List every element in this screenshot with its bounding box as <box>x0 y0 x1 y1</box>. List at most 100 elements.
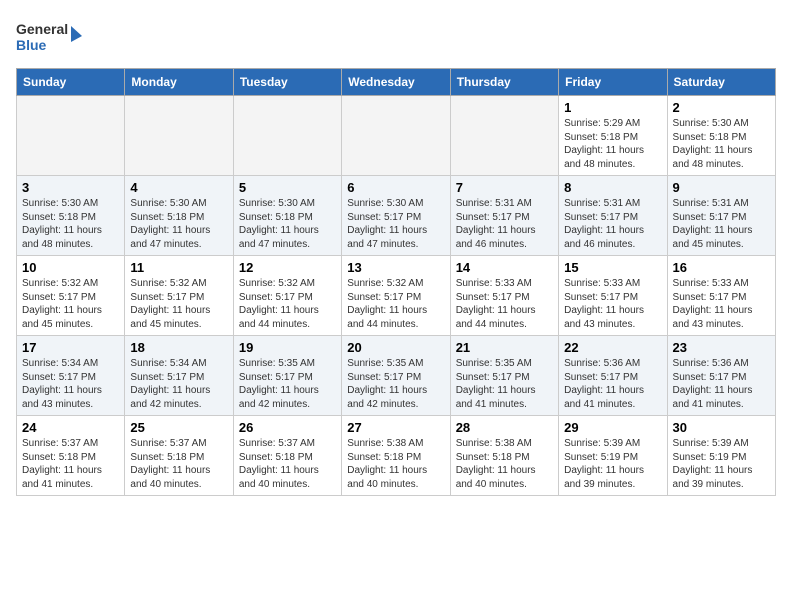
weekday-header: Saturday <box>667 69 775 96</box>
calendar-cell: 7 Sunrise: 5:31 AM Sunset: 5:17 PM Daylig… <box>450 176 558 256</box>
day-number: 9 <box>673 180 770 195</box>
day-number: 7 <box>456 180 553 195</box>
day-info: Sunrise: 5:39 AM Sunset: 5:19 PM Dayligh… <box>564 437 661 491</box>
logo-svg: General Blue <box>16 16 86 60</box>
day-info: Sunrise: 5:32 AM Sunset: 5:17 PM Dayligh… <box>239 277 336 331</box>
calendar-cell: 30 Sunrise: 5:39 AM Sunset: 5:19 PM Dayli… <box>667 416 775 496</box>
day-info: Sunrise: 5:31 AM Sunset: 5:17 PM Dayligh… <box>673 197 770 251</box>
day-number: 25 <box>130 420 227 435</box>
day-number: 14 <box>456 260 553 275</box>
day-info: Sunrise: 5:38 AM Sunset: 5:18 PM Dayligh… <box>347 437 444 491</box>
calendar-week-row: 24 Sunrise: 5:37 AM Sunset: 5:18 PM Dayli… <box>17 416 776 496</box>
day-number: 1 <box>564 100 661 115</box>
calendar-cell: 20 Sunrise: 5:35 AM Sunset: 5:17 PM Dayli… <box>342 336 450 416</box>
day-number: 6 <box>347 180 444 195</box>
day-number: 29 <box>564 420 661 435</box>
calendar-week-row: 10 Sunrise: 5:32 AM Sunset: 5:17 PM Dayli… <box>17 256 776 336</box>
weekday-header: Sunday <box>17 69 125 96</box>
day-number: 17 <box>22 340 119 355</box>
day-info: Sunrise: 5:34 AM Sunset: 5:17 PM Dayligh… <box>130 357 227 411</box>
day-number: 16 <box>673 260 770 275</box>
calendar-cell: 25 Sunrise: 5:37 AM Sunset: 5:18 PM Dayli… <box>125 416 233 496</box>
day-number: 12 <box>239 260 336 275</box>
day-info: Sunrise: 5:33 AM Sunset: 5:17 PM Dayligh… <box>564 277 661 331</box>
svg-text:General: General <box>16 21 68 37</box>
day-number: 2 <box>673 100 770 115</box>
day-number: 20 <box>347 340 444 355</box>
calendar-cell: 8Sunrise: 5:31 AM Sunset: 5:17 PM Daylig… <box>559 176 667 256</box>
day-info: Sunrise: 5:37 AM Sunset: 5:18 PM Dayligh… <box>239 437 336 491</box>
day-info: Sunrise: 5:39 AM Sunset: 5:19 PM Dayligh… <box>673 437 770 491</box>
day-number: 3 <box>22 180 119 195</box>
day-number: 19 <box>239 340 336 355</box>
day-info: Sunrise: 5:29 AM Sunset: 5:18 PM Dayligh… <box>564 117 661 171</box>
calendar-cell: 16Sunrise: 5:33 AM Sunset: 5:17 PM Dayli… <box>667 256 775 336</box>
calendar-cell: 27 Sunrise: 5:38 AM Sunset: 5:18 PM Dayli… <box>342 416 450 496</box>
calendar-table: SundayMondayTuesdayWednesdayThursdayFrid… <box>16 68 776 496</box>
weekday-header: Tuesday <box>233 69 341 96</box>
calendar-cell: 18 Sunrise: 5:34 AM Sunset: 5:17 PM Dayli… <box>125 336 233 416</box>
day-number: 27 <box>347 420 444 435</box>
calendar-cell: 23 Sunrise: 5:36 AM Sunset: 5:17 PM Dayli… <box>667 336 775 416</box>
day-info: Sunrise: 5:32 AM Sunset: 5:17 PM Dayligh… <box>130 277 227 331</box>
day-number: 15 <box>564 260 661 275</box>
day-info: Sunrise: 5:31 AM Sunset: 5:17 PM Dayligh… <box>456 197 553 251</box>
calendar-cell: 22Sunrise: 5:36 AM Sunset: 5:17 PM Dayli… <box>559 336 667 416</box>
day-info: Sunrise: 5:34 AM Sunset: 5:17 PM Dayligh… <box>22 357 119 411</box>
day-info: Sunrise: 5:35 AM Sunset: 5:17 PM Dayligh… <box>239 357 336 411</box>
calendar-week-row: 1 Sunrise: 5:29 AM Sunset: 5:18 PM Daylig… <box>17 96 776 176</box>
calendar-cell: 29 Sunrise: 5:39 AM Sunset: 5:19 PM Dayli… <box>559 416 667 496</box>
weekday-header: Friday <box>559 69 667 96</box>
day-number: 13 <box>347 260 444 275</box>
weekday-header: Wednesday <box>342 69 450 96</box>
calendar-cell: 1 Sunrise: 5:29 AM Sunset: 5:18 PM Daylig… <box>559 96 667 176</box>
day-info: Sunrise: 5:32 AM Sunset: 5:17 PM Dayligh… <box>22 277 119 331</box>
calendar-cell: 10 Sunrise: 5:32 AM Sunset: 5:17 PM Dayli… <box>17 256 125 336</box>
calendar-cell: 17 Sunrise: 5:34 AM Sunset: 5:17 PM Dayli… <box>17 336 125 416</box>
day-info: Sunrise: 5:30 AM Sunset: 5:18 PM Dayligh… <box>130 197 227 251</box>
day-info: Sunrise: 5:37 AM Sunset: 5:18 PM Dayligh… <box>22 437 119 491</box>
calendar-cell: 6 Sunrise: 5:30 AM Sunset: 5:17 PM Daylig… <box>342 176 450 256</box>
day-info: Sunrise: 5:35 AM Sunset: 5:17 PM Dayligh… <box>456 357 553 411</box>
weekday-header-row: SundayMondayTuesdayWednesdayThursdayFrid… <box>17 69 776 96</box>
day-info: Sunrise: 5:30 AM Sunset: 5:17 PM Dayligh… <box>347 197 444 251</box>
day-number: 11 <box>130 260 227 275</box>
calendar-cell: 12 Sunrise: 5:32 AM Sunset: 5:17 PM Dayli… <box>233 256 341 336</box>
day-number: 30 <box>673 420 770 435</box>
calendar-cell: 15 Sunrise: 5:33 AM Sunset: 5:17 PM Dayli… <box>559 256 667 336</box>
day-info: Sunrise: 5:30 AM Sunset: 5:18 PM Dayligh… <box>673 117 770 171</box>
day-number: 28 <box>456 420 553 435</box>
day-info: Sunrise: 5:36 AM Sunset: 5:17 PM Dayligh… <box>564 357 661 411</box>
calendar-cell <box>17 96 125 176</box>
day-info: Sunrise: 5:33 AM Sunset: 5:17 PM Dayligh… <box>456 277 553 331</box>
day-number: 23 <box>673 340 770 355</box>
weekday-header: Thursday <box>450 69 558 96</box>
calendar-cell <box>450 96 558 176</box>
calendar-cell: 9 Sunrise: 5:31 AM Sunset: 5:17 PM Daylig… <box>667 176 775 256</box>
calendar-cell: 24 Sunrise: 5:37 AM Sunset: 5:18 PM Dayli… <box>17 416 125 496</box>
day-info: Sunrise: 5:38 AM Sunset: 5:18 PM Dayligh… <box>456 437 553 491</box>
calendar-cell: 26 Sunrise: 5:37 AM Sunset: 5:18 PM Dayli… <box>233 416 341 496</box>
calendar-cell: 19 Sunrise: 5:35 AM Sunset: 5:17 PM Dayli… <box>233 336 341 416</box>
calendar-cell <box>342 96 450 176</box>
day-number: 24 <box>22 420 119 435</box>
day-info: Sunrise: 5:30 AM Sunset: 5:18 PM Dayligh… <box>22 197 119 251</box>
day-number: 5 <box>239 180 336 195</box>
day-number: 10 <box>22 260 119 275</box>
calendar-cell: 2 Sunrise: 5:30 AM Sunset: 5:18 PM Daylig… <box>667 96 775 176</box>
day-info: Sunrise: 5:32 AM Sunset: 5:17 PM Dayligh… <box>347 277 444 331</box>
calendar-week-row: 17 Sunrise: 5:34 AM Sunset: 5:17 PM Dayli… <box>17 336 776 416</box>
calendar-cell: 11 Sunrise: 5:32 AM Sunset: 5:17 PM Dayli… <box>125 256 233 336</box>
day-info: Sunrise: 5:36 AM Sunset: 5:17 PM Dayligh… <box>673 357 770 411</box>
calendar-cell: 21Sunrise: 5:35 AM Sunset: 5:17 PM Dayli… <box>450 336 558 416</box>
day-info: Sunrise: 5:37 AM Sunset: 5:18 PM Dayligh… <box>130 437 227 491</box>
day-number: 18 <box>130 340 227 355</box>
calendar-cell: 5 Sunrise: 5:30 AM Sunset: 5:18 PM Daylig… <box>233 176 341 256</box>
logo: General Blue <box>16 16 86 60</box>
calendar-week-row: 3 Sunrise: 5:30 AM Sunset: 5:18 PM Daylig… <box>17 176 776 256</box>
day-info: Sunrise: 5:35 AM Sunset: 5:17 PM Dayligh… <box>347 357 444 411</box>
day-info: Sunrise: 5:30 AM Sunset: 5:18 PM Dayligh… <box>239 197 336 251</box>
day-number: 8 <box>564 180 661 195</box>
day-number: 26 <box>239 420 336 435</box>
svg-text:Blue: Blue <box>16 37 47 53</box>
